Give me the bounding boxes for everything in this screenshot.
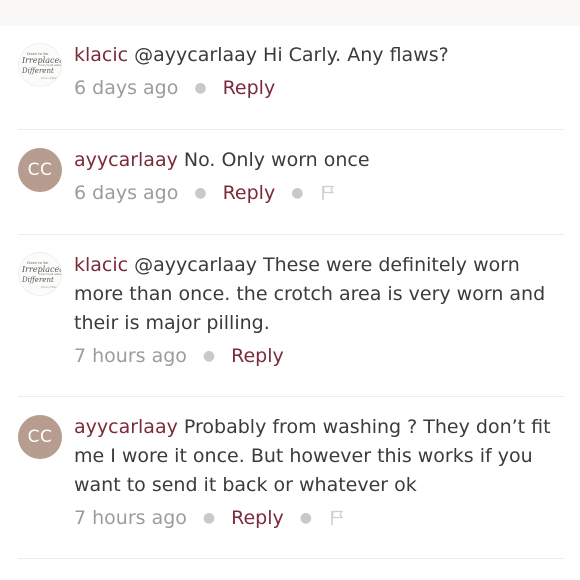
separator-dot-icon: ● [299,510,312,526]
avatar-initials: CC [27,160,53,180]
comment-text: klacic @ayycarlaay Hi Carly. Any flaws? [74,41,564,70]
comment-thread: Dare to be Irreplaceable one must always… [0,26,580,559]
separator-dot-icon: ● [202,348,216,364]
svg-text:Coco Chanel: Coco Chanel [41,76,60,80]
separator-dot-icon: ● [291,185,304,201]
flag-icon[interactable] [321,185,335,201]
script-logo-avatar-icon: Dare to be Irreplaceable one must always… [21,260,61,289]
reply-button[interactable]: Reply [231,345,284,367]
separator-dot-icon: ● [194,185,207,201]
user-avatar[interactable]: CC [18,148,62,192]
svg-text:Different: Different [21,67,54,75]
avatar-initials: CC [27,427,53,447]
comment-timestamp: 6 days ago [74,182,179,204]
separator-dot-icon: ● [194,80,207,96]
svg-text:Coco Chanel: Coco Chanel [41,285,60,289]
comment-item: CC ayycarlaay Probably from washing ? Th… [18,397,564,559]
separator-dot-icon: ● [202,510,216,526]
comment-item: Dare to be Irreplaceable one must always… [18,26,564,130]
comment-item: CC ayycarlaay No. Only worn once 6 days … [18,130,564,235]
comment-message: No. Only worn once [183,149,370,171]
comment-username[interactable]: ayycarlaay [74,416,178,438]
script-logo-avatar-icon: Dare to be Irreplaceable one must always… [21,51,61,80]
comment-text: ayycarlaay Probably from washing ? They … [74,413,564,500]
svg-text:Different: Different [21,276,54,284]
comment-meta: 6 days ago ● Reply [74,77,564,99]
comment-text: ayycarlaay No. Only worn once [74,146,564,175]
user-avatar[interactable]: CC [18,415,62,459]
comment-username[interactable]: klacic [74,44,128,66]
user-avatar[interactable]: Dare to be Irreplaceable one must always… [18,252,62,296]
comment-meta: 7 hours ago ● Reply ● [74,507,564,529]
comment-message: @ayycarlaay Hi Carly. Any flaws? [134,44,449,66]
comment-username[interactable]: ayycarlaay [74,149,178,171]
comment-message: @ayycarlaay These were definitely worn m… [74,254,546,334]
user-avatar[interactable]: Dare to be Irreplaceable one must always… [18,43,62,87]
comment-text: klacic @ayycarlaay These were definitely… [74,251,564,338]
comment-timestamp: 6 days ago [74,77,179,99]
comment-item: Dare to be Irreplaceable one must always… [18,235,564,397]
comment-username[interactable]: klacic [74,254,128,276]
flag-icon[interactable] [330,510,344,526]
comment-timestamp: 7 hours ago [74,345,187,367]
comment-meta: 7 hours ago ● Reply [74,345,564,367]
comment-timestamp: 7 hours ago [74,507,187,529]
comment-meta: 6 days ago ● Reply ● [74,182,564,204]
reply-button[interactable]: Reply [223,77,276,99]
reply-button[interactable]: Reply [223,182,276,204]
reply-button[interactable]: Reply [231,507,284,529]
top-strip [0,0,580,26]
